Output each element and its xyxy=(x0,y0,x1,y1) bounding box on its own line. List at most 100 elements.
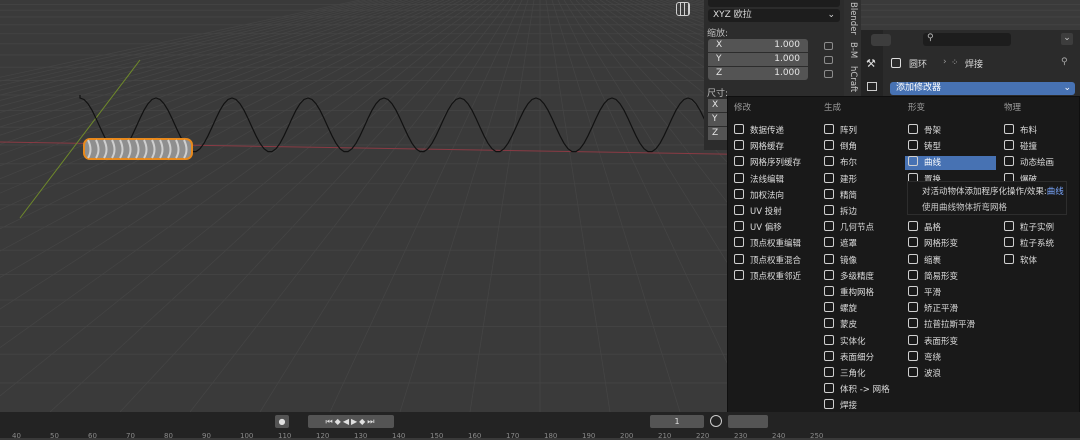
frame-tick-label: 80 xyxy=(164,432,173,440)
lock-icon[interactable] xyxy=(824,56,833,64)
menu-item-label: 重构网格 xyxy=(840,288,875,298)
menu-item[interactable]: 阵列 xyxy=(821,124,907,138)
tab-blender[interactable]: Blender xyxy=(848,2,858,35)
rotation-mode-select[interactable]: XYZ 欧拉 ⌄ xyxy=(708,9,840,22)
menu-item[interactable]: 拉普拉斯平滑 xyxy=(905,318,996,332)
chevron-down-icon[interactable]: ⌄ xyxy=(1061,33,1073,45)
menu-item-label: 矫正平滑 xyxy=(924,304,959,315)
object-icon xyxy=(891,58,901,68)
add-modifier-button[interactable]: 添加修改器 ⌄ xyxy=(890,82,1075,95)
frame-tick-label: 170 xyxy=(506,432,520,440)
menu-item[interactable]: 实体化 xyxy=(821,334,907,349)
menu-item[interactable]: 镜像 xyxy=(821,253,907,268)
menu-item[interactable]: 简易形变 xyxy=(905,269,996,284)
menu-item[interactable]: 弯绕 xyxy=(905,350,996,365)
menu-item[interactable]: 粒子实例 xyxy=(1001,221,1080,235)
rotation-field[interactable] xyxy=(708,0,840,7)
menu-item[interactable]: 软体 xyxy=(1001,253,1080,268)
tooltip-highlight: 曲线 xyxy=(1046,187,1064,197)
menu-item[interactable]: 骨架 xyxy=(905,124,996,138)
wrench-icon[interactable]: ⚒ xyxy=(866,57,876,70)
menu-item[interactable]: 顶点权重邻近 xyxy=(731,269,817,284)
menu-item[interactable]: 布料 xyxy=(1001,124,1080,138)
menu-item[interactable]: 体积 -> 网格 xyxy=(821,383,907,397)
menu-item[interactable]: 碰撞 xyxy=(1001,140,1080,154)
menu-item[interactable]: 顶点权重编辑 xyxy=(731,237,817,251)
menu-item[interactable]: 三角化 xyxy=(821,367,907,381)
menu-item[interactable]: 表面细分 xyxy=(821,350,907,365)
frame-tick-label: 160 xyxy=(468,432,482,440)
frame-tick-label: 130 xyxy=(354,432,368,440)
modifier-icon xyxy=(908,367,918,377)
menu-item[interactable]: 布尔 xyxy=(821,156,907,170)
grid-line xyxy=(0,0,421,136)
lock-icon[interactable] xyxy=(824,70,833,78)
scale-z-field[interactable]: Z 1.000 xyxy=(708,67,808,80)
tab-hcraft[interactable]: hCraft xyxy=(848,66,858,92)
menu-item[interactable]: UV 投射 xyxy=(731,205,817,219)
menu-item[interactable]: 矫正平滑 xyxy=(905,302,996,316)
menu-item[interactable]: 蒙皮 xyxy=(821,318,907,332)
grid-line xyxy=(259,0,517,412)
menu-item[interactable]: 数据传递 xyxy=(731,124,817,138)
pin-icon[interactable]: ⚲ xyxy=(1061,57,1068,67)
modifier-icon xyxy=(734,124,744,134)
menu-item[interactable]: 重构网格 xyxy=(821,286,907,300)
menu-item[interactable]: 倒角 xyxy=(821,140,907,154)
menu-item[interactable]: 平滑 xyxy=(905,286,996,300)
tab-b-m[interactable]: B-M xyxy=(848,42,858,58)
menu-item[interactable]: 粒子系统 xyxy=(1001,237,1080,251)
menu-item-label: 缩裹 xyxy=(924,255,942,266)
frame-tick-label: 190 xyxy=(582,432,596,440)
modifier-icon xyxy=(824,318,834,329)
menu-item-label: 网格形变 xyxy=(924,239,959,250)
scale-x-field[interactable]: X 1.000 xyxy=(708,39,808,52)
menu-item[interactable]: 动态绘画 xyxy=(1001,156,1080,170)
menu-item[interactable]: 顶点权重混合 xyxy=(731,253,817,268)
grid-line xyxy=(469,0,535,412)
menu-item[interactable]: 加权法向 xyxy=(731,188,817,203)
frame-tick-label: 50 xyxy=(50,432,59,440)
modifier-icon xyxy=(908,140,918,151)
editor-type-button[interactable] xyxy=(871,34,891,46)
modifier-icon xyxy=(908,302,918,313)
menu-item[interactable]: 网格缓存 xyxy=(731,140,817,154)
modifier-icon xyxy=(734,156,744,167)
menu-item-label: 精简 xyxy=(840,190,858,201)
menu-item[interactable]: 几何节点 xyxy=(821,221,907,235)
menu-item-label: 软体 xyxy=(1020,255,1038,266)
menu-item[interactable]: 拆边 xyxy=(821,205,907,219)
menu-item[interactable]: 曲线 xyxy=(905,156,996,171)
dimension-z-field[interactable]: Z xyxy=(708,127,728,140)
menu-item[interactable]: 网格形变 xyxy=(905,237,996,251)
scale-y-field[interactable]: Y 1.000 xyxy=(708,53,808,66)
modifier-icon xyxy=(908,221,918,232)
menu-item[interactable]: 表面形变 xyxy=(905,334,996,349)
menu-item[interactable]: UV 偏移 xyxy=(731,221,817,235)
menu-item[interactable]: 晶格 xyxy=(905,221,996,235)
menu-item[interactable]: 法线编辑 xyxy=(731,172,817,187)
menu-item[interactable]: 波浪 xyxy=(905,367,996,381)
camera-icon[interactable] xyxy=(867,82,877,91)
menu-item[interactable]: 铸型 xyxy=(905,140,996,154)
menu-item[interactable]: 多级精度 xyxy=(821,269,907,284)
view-grid-icon[interactable] xyxy=(676,2,690,16)
dimension-y-field[interactable]: Y xyxy=(708,113,728,126)
modifier-icon xyxy=(824,156,834,167)
modifier-icon xyxy=(908,156,918,167)
frame-tick-label: 70 xyxy=(126,432,135,440)
menu-item[interactable]: 网格序列缓存 xyxy=(731,156,817,170)
menu-item-label: 数据传递 xyxy=(750,126,785,136)
menu-item[interactable]: 遮罩 xyxy=(821,237,907,251)
menu-item[interactable]: 建形 xyxy=(821,172,907,187)
lock-icon[interactable] xyxy=(824,42,833,50)
grid-line xyxy=(0,0,409,120)
menu-item[interactable]: 缩裹 xyxy=(905,253,996,268)
grid-line xyxy=(0,0,367,82)
dimension-x-field[interactable]: X xyxy=(708,99,728,112)
search-input[interactable]: ⚲ xyxy=(923,33,1011,46)
menu-item[interactable]: 螺旋 xyxy=(821,302,907,316)
menu-item[interactable]: 精简 xyxy=(821,188,907,203)
menu-item-label: 加权法向 xyxy=(750,190,785,201)
grid-line xyxy=(119,0,505,412)
